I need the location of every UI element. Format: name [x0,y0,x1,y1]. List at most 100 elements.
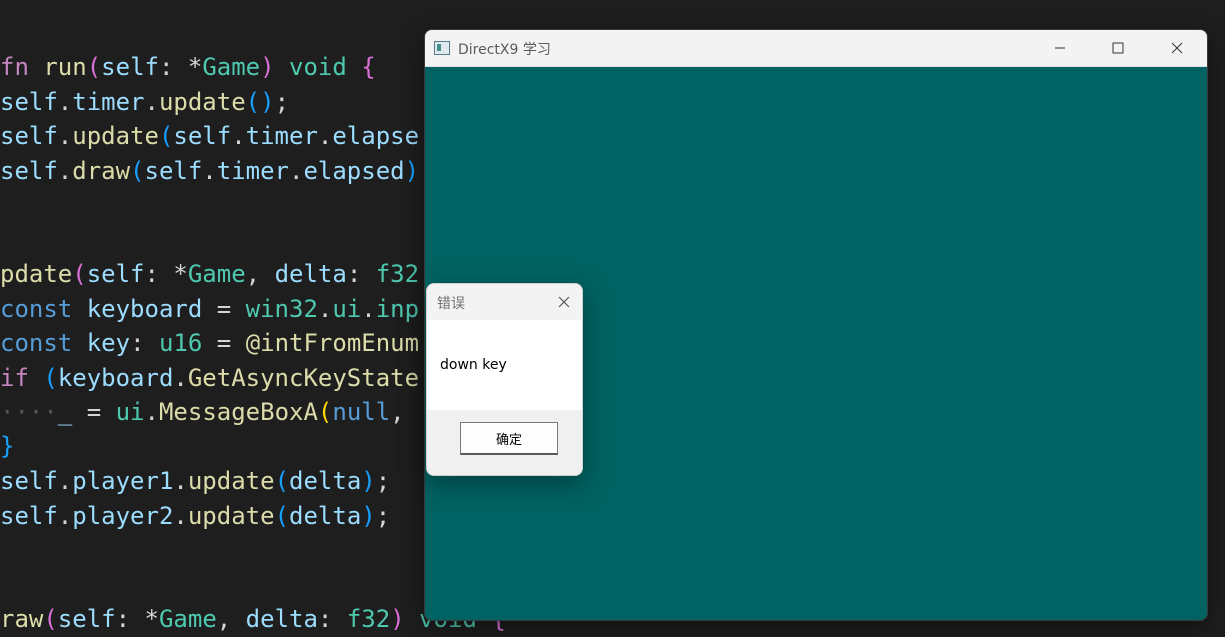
window-titlebar[interactable]: DirectX9 学习 [425,30,1207,67]
code-token: ) [404,157,420,185]
code-token: elapsed [303,157,405,185]
code-token: self [0,157,58,185]
code-token: = [202,295,246,323]
code-token: ( [86,53,102,81]
close-button[interactable] [1154,30,1200,66]
code-token: : [317,605,347,633]
app-icon [434,41,450,55]
code-token: . [289,157,304,185]
code-token: . [202,157,217,185]
code-token: delta [245,605,318,633]
code-token: run [43,53,87,81]
code-line: self.player1.update(delta); [0,464,390,498]
code-token: win32 [245,295,318,323]
code-token: ) [361,467,376,495]
close-icon [558,296,570,308]
code-token: . [173,467,188,495]
dialog-close-button[interactable] [546,284,582,320]
code-token: . [361,295,376,323]
code-token: null [332,398,391,426]
code-token: ) [361,502,376,530]
code-token: self [144,157,203,185]
code-token: ( [274,502,290,530]
code-token: fn [0,53,29,81]
code-token: inp [375,295,420,323]
window-title: DirectX9 学习 [458,42,551,58]
code-token: ; [375,467,391,495]
code-token: Game [158,605,217,633]
code-token: ( [317,398,333,426]
code-token: self [86,260,145,288]
maximize-button[interactable] [1095,30,1141,66]
code-token: . [231,122,246,150]
code-line: const key: u16 = @intFromEnum [0,326,419,360]
close-icon [1171,42,1183,54]
code-token: : * [115,605,159,633]
code-token: timer [216,157,289,185]
code-line: self.player2.update(delta); [0,499,390,533]
code-token: , [245,260,275,288]
code-token: : * [158,53,203,81]
code-token: keyboard [57,364,174,392]
code-token: . [144,398,159,426]
code-token: player2 [72,502,174,530]
code-token: , [216,605,246,633]
code-line: } [0,429,14,463]
code-token: . [173,364,188,392]
code-token: player1 [72,467,174,495]
code-token: ( [72,260,87,288]
code-token: self [57,605,116,633]
code-token: MessageBoxA [158,398,318,426]
code-line: const keyboard = win32.ui.inp [0,292,419,326]
code-token: { [361,53,376,81]
code-token: timer [72,88,145,116]
code-token: delta [274,260,347,288]
code-token: : * [144,260,188,288]
code-token: raw [0,605,44,633]
code-token: () [245,88,275,116]
code-token: . [144,88,159,116]
minimize-icon [1055,47,1065,49]
code-line: if (keyboard.GetAsyncKeyState [0,361,419,395]
code-token: const [0,295,73,323]
code-token: : [130,329,159,357]
code-token: update [187,502,275,530]
code-token: key [86,329,131,357]
code-token: update [72,122,159,150]
message-box-dialog: 错误 down key 确定 [426,283,583,476]
code-token: = [202,329,246,357]
code-token: ( [130,157,145,185]
code-token: ui [115,398,145,426]
code-line: self.update(self.timer.elapse [0,119,419,153]
code-token: if [0,364,29,392]
ok-button[interactable]: 确定 [460,422,558,455]
code-token: ; [274,88,290,116]
code-line: ····_ = ui.MessageBoxA(null, [0,395,405,429]
code-token: self [0,122,58,150]
code-token: . [57,122,73,150]
code-token: , [390,398,405,426]
code-token: self [0,467,58,495]
code-token: void [289,53,347,81]
code-token: timer [245,122,318,150]
code-token: self [0,88,58,116]
code-token: ···· [0,398,58,426]
code-token: . [317,122,333,150]
code-line: self.draw(self.timer.elapsed) [0,154,419,188]
code-token: . [57,467,73,495]
code-token: Game [202,53,261,81]
code-line: self.timer.update(); [0,85,289,119]
code-token: self [101,53,159,81]
code-line: pdate(self: *Game, delta: f32 [0,257,419,291]
dialog-message: down key [440,357,507,373]
minimize-button[interactable] [1037,30,1083,66]
code-token: const [0,329,73,357]
dialog-titlebar[interactable]: 错误 [427,284,582,320]
dialog-footer: 确定 [427,410,582,475]
